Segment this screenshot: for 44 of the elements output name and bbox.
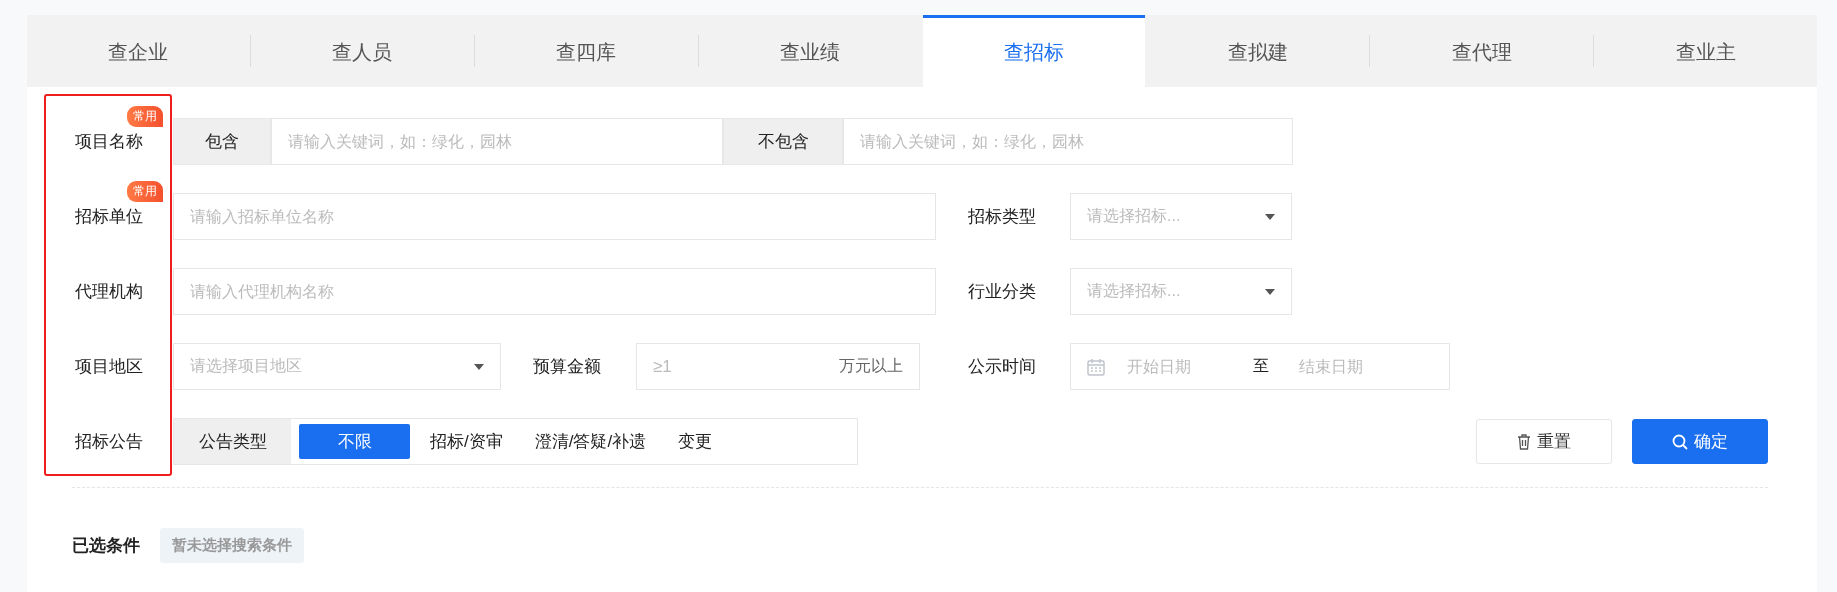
exclude-keyword-field[interactable]: 请输入关键词，如：绿化，园林 [843,118,1293,165]
selected-conditions-label: 已选条件 [72,535,140,557]
filter-label: 项目地区 [75,356,143,378]
caret-icon [1265,213,1275,220]
common-badge: 常用 [127,106,163,127]
unit-label: 万元以上 [839,356,903,376]
search-tab[interactable]: 查拟建 [1146,15,1370,87]
trash-icon [1517,433,1531,450]
budget-box[interactable]: ≥1 万元以上 [636,343,920,390]
caret-icon [1265,288,1275,295]
field-label: 行业分类 [968,281,1037,303]
confirm-button[interactable]: 确定 [1632,419,1768,464]
calendar-icon [1087,357,1105,376]
reset-button[interactable]: 重置 [1476,419,1612,464]
filter-label: 代理机构 [75,281,143,303]
search-tab[interactable]: 查招标 [922,15,1146,87]
include-keyword-field[interactable]: 请输入关键词，如：绿化，园林 [271,118,723,165]
exclude-label: 不包含 [723,118,843,165]
text-field[interactable]: 请输入代理机构名称 [173,268,936,315]
group-label: 公告类型 [174,419,291,464]
filter-label: 招标公告 [75,431,143,453]
filter-option[interactable]: 澄清/答疑/补遗 [522,424,659,459]
range-separator: 至 [1253,356,1269,376]
field-label: 预算金额 [533,356,602,378]
search-tab[interactable]: 查企业 [27,15,250,87]
filter-label: 项目名称 [75,131,143,153]
search-tab[interactable]: 查业绩 [698,15,922,87]
field-label: 招标类型 [968,206,1037,228]
search-tab[interactable]: 查人员 [250,15,474,87]
include-label: 包含 [173,118,271,165]
field-label: 公示时间 [968,356,1037,378]
date-range-box[interactable]: 开始日期 至 结束日期 [1070,343,1450,390]
filter-option[interactable]: 不限 [299,424,410,459]
empty-conditions-tag: 暂未选择搜索条件 [160,528,304,563]
search-tab[interactable]: 查代理 [1370,15,1594,87]
caret-icon [474,363,484,370]
search-icon [1672,433,1688,450]
filter-option[interactable]: 招标/资审 [418,424,515,459]
common-badge: 常用 [127,181,163,202]
text-field[interactable]: 请输入招标单位名称 [173,193,936,240]
filter-label: 招标单位 [75,206,143,228]
search-tab[interactable]: 查四库 [474,15,698,87]
filter-option[interactable]: 变更 [666,424,725,459]
search-tab[interactable]: 查业主 [1594,15,1817,87]
